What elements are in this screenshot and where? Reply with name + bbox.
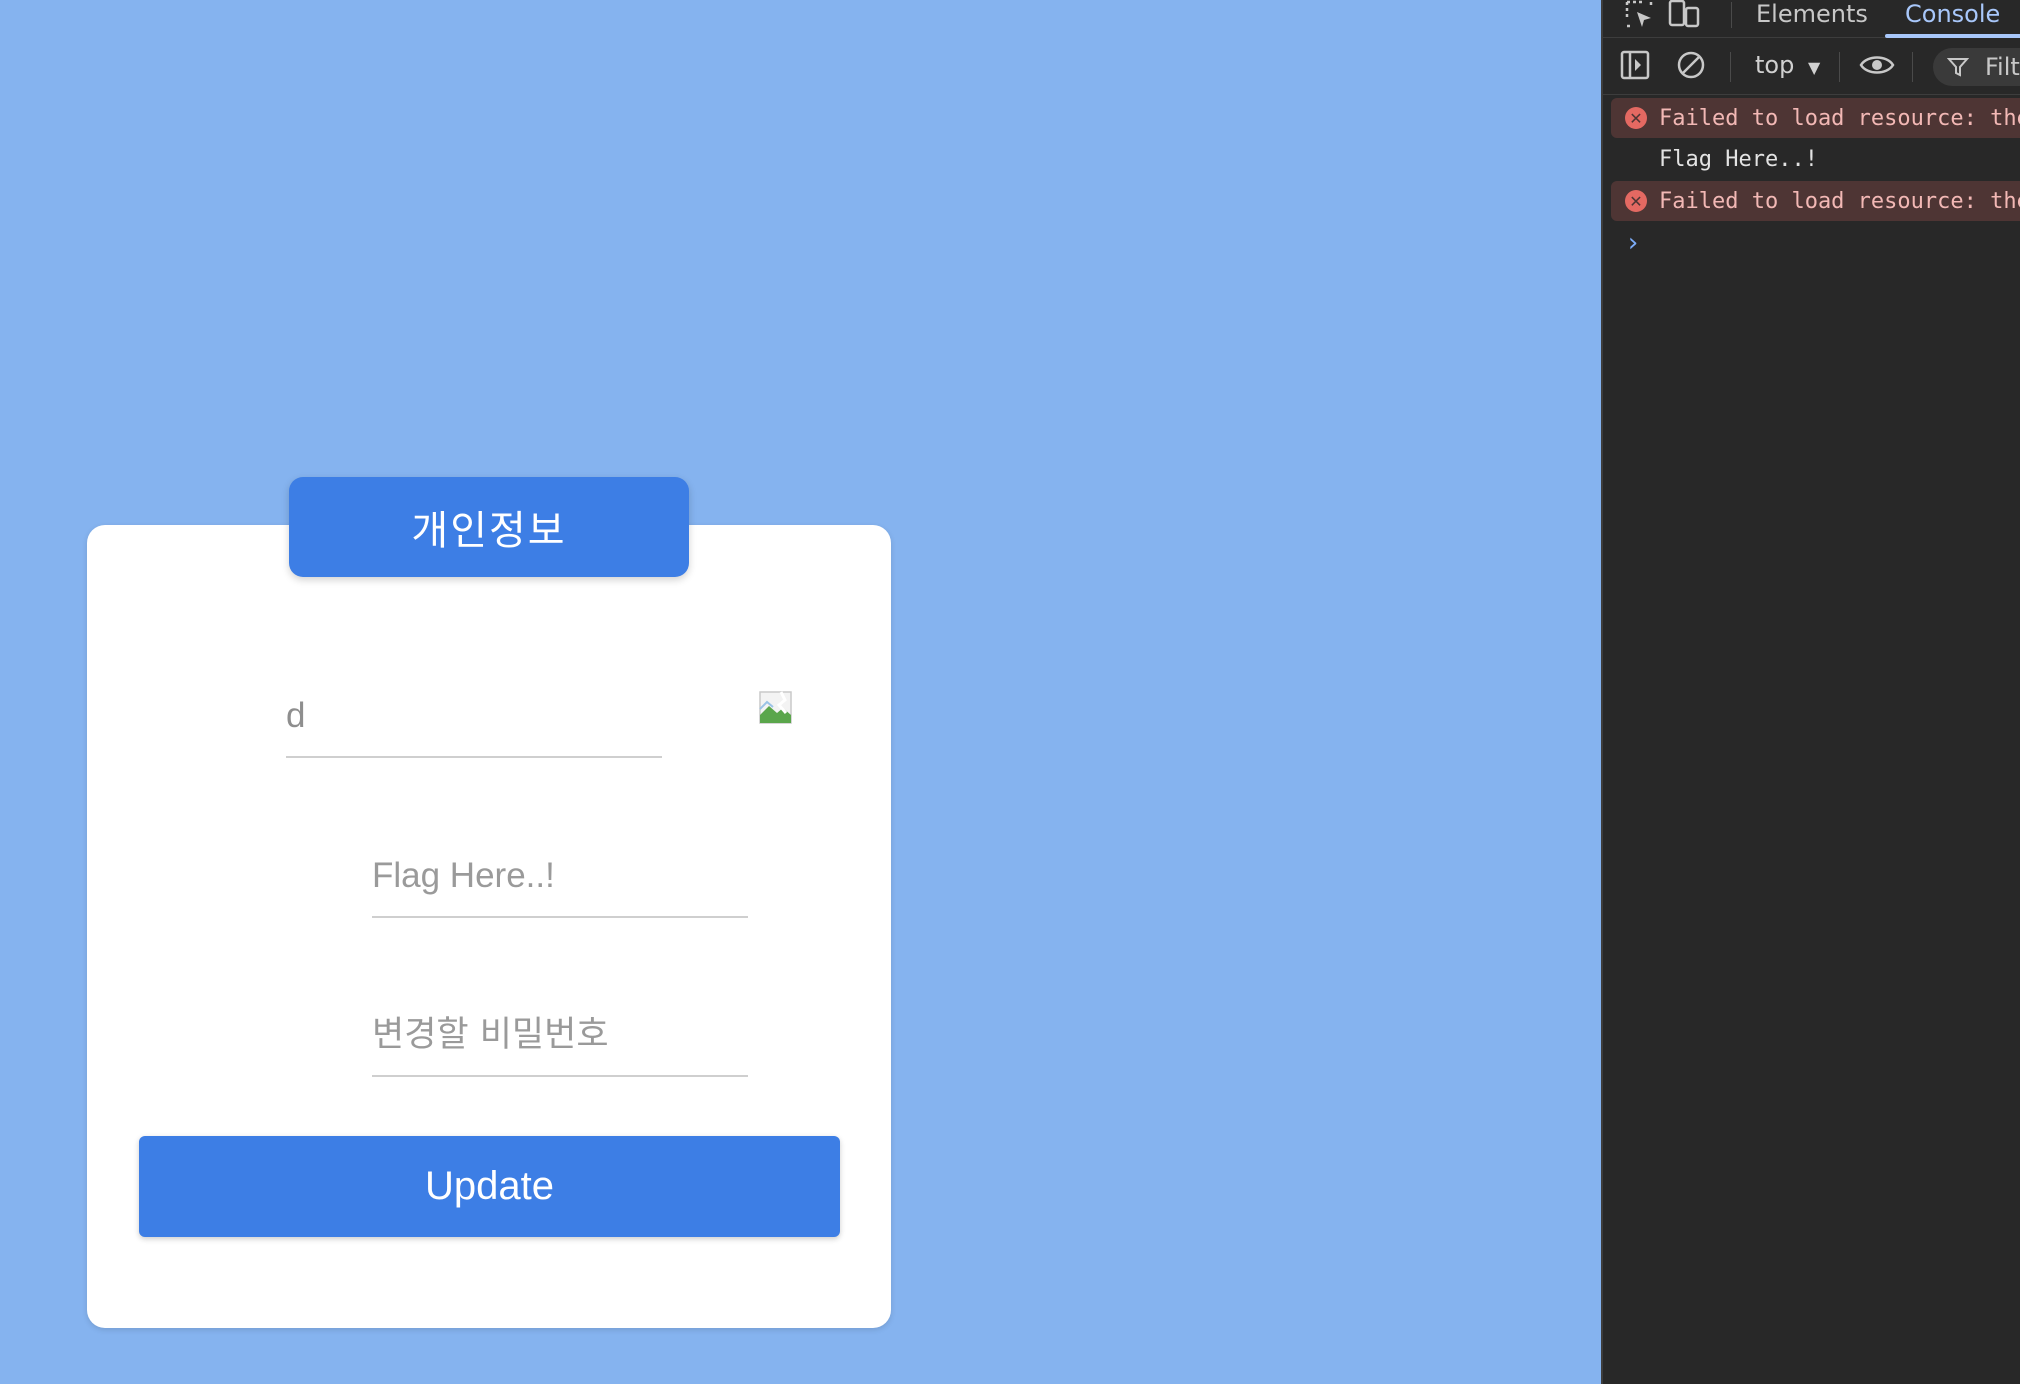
dropdown-arrow-icon: ▼ — [1807, 58, 1821, 77]
page-area: 개인정보 Update — [0, 0, 1601, 1384]
devtools-tab-bar: Elements Console — [1603, 0, 2020, 38]
console-message-text: Failed to load resource: the — [1659, 105, 2020, 131]
console-message-text: Failed to load resource: the — [1659, 188, 2020, 214]
update-button[interactable]: Update — [139, 1136, 840, 1237]
id-input[interactable] — [286, 696, 662, 736]
context-selector[interactable]: top ▼ — [1755, 51, 1820, 79]
device-toolbar-icon[interactable] — [1667, 0, 1701, 30]
flag-input[interactable] — [372, 856, 748, 896]
password-field[interactable] — [372, 995, 748, 1077]
active-tab-indicator — [1885, 34, 2020, 38]
error-icon: ✕ — [1625, 107, 1647, 129]
new-password-input[interactable] — [372, 1015, 748, 1055]
toolbar-separator — [1912, 52, 1913, 82]
filter-funnel-icon — [1947, 58, 1969, 77]
sidebar-toggle-icon[interactable] — [1620, 50, 1650, 80]
tab-console-label: Console — [1905, 0, 2001, 28]
console-log-message: Flag Here..! — [1611, 139, 2020, 179]
console-error-message: ✕ Failed to load resource: the — [1611, 181, 2020, 221]
console-error-message: ✕ Failed to load resource: the — [1611, 98, 2020, 138]
live-expression-eye-icon[interactable] — [1859, 52, 1895, 78]
filter-placeholder: Filt — [1985, 53, 2020, 81]
error-icon: ✕ — [1625, 190, 1647, 212]
devtools-panel: Elements Console top ▼ Filt ✕ Failed to … — [1601, 0, 2020, 1384]
toolbar-separator — [1839, 52, 1840, 82]
tab-console[interactable]: Console — [1885, 0, 2020, 38]
inspect-element-icon[interactable] — [1625, 0, 1655, 30]
toolbar-separator — [1731, 2, 1732, 28]
context-label: top — [1755, 51, 1795, 79]
toolbar-separator — [1730, 52, 1731, 82]
clear-console-icon[interactable] — [1676, 50, 1706, 80]
console-message-text: Flag Here..! — [1659, 146, 1818, 172]
console-prompt-chevron-icon[interactable]: › — [1625, 228, 1641, 258]
broken-image-icon — [759, 691, 792, 724]
id-field[interactable] — [286, 676, 662, 758]
card-title: 개인정보 — [289, 477, 689, 577]
tab-elements[interactable]: Elements — [1756, 0, 1868, 38]
flag-field[interactable] — [372, 836, 748, 918]
